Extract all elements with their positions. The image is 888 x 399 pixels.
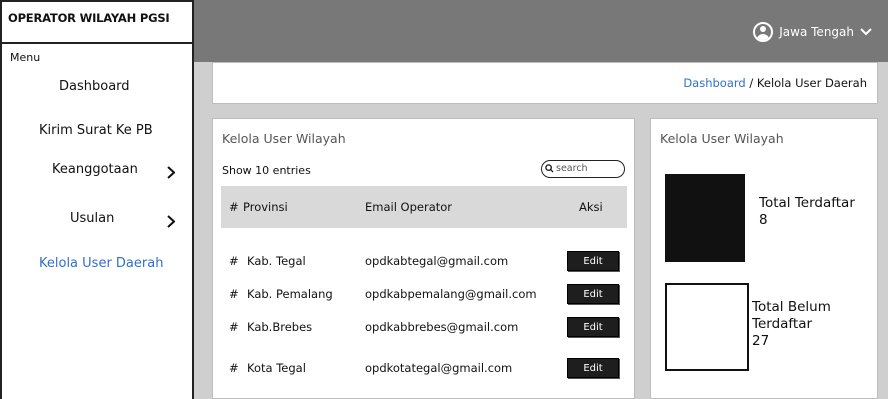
row-email: opdkotategal@gmail.com bbox=[365, 361, 513, 375]
registered-label: Total Terdaftar bbox=[759, 195, 855, 211]
user-avatar-icon bbox=[753, 22, 774, 42]
edit-button[interactable]: Edit bbox=[567, 317, 619, 337]
chevron-down-icon bbox=[860, 25, 872, 39]
column-header-aksi: Aksi bbox=[579, 200, 603, 214]
panel-title: Kelola User Wilayah bbox=[222, 131, 346, 146]
show-entries-select[interactable]: Show 10 entries bbox=[222, 164, 311, 177]
row-email: opdkabtegal@gmail.com bbox=[365, 254, 509, 268]
search-placeholder: search bbox=[556, 163, 588, 174]
breadcrumb: Dashboard / Kelola User Daerah bbox=[683, 76, 867, 90]
row-number: # bbox=[229, 287, 239, 301]
sidebar-item-dashboard[interactable]: Dashboard bbox=[59, 79, 130, 94]
column-header-provinsi: Provinsi bbox=[243, 200, 288, 214]
unregistered-stat: Total Belum Terdaftar 27 bbox=[752, 299, 831, 350]
sidebar: OPERATOR WILAYAH PGSI Menu Dashboard Kir… bbox=[0, 0, 194, 399]
brand-divider bbox=[2, 42, 192, 44]
breadcrumb-separator: / bbox=[745, 76, 757, 90]
breadcrumb-link-dashboard[interactable]: Dashboard bbox=[683, 76, 745, 90]
row-number: # bbox=[229, 361, 239, 375]
user-menu[interactable]: Jawa Tengah bbox=[753, 22, 872, 42]
sidebar-item-kelola-user-daerah[interactable]: Kelola User Daerah bbox=[39, 256, 163, 271]
row-provinsi: Kab. Pemalang bbox=[247, 287, 333, 301]
main-content: Dashboard / Kelola User Daerah Kelola Us… bbox=[194, 62, 888, 399]
row-provinsi: Kab.Brebes bbox=[247, 320, 313, 334]
menu-label: Menu bbox=[10, 51, 41, 64]
brand-title: OPERATOR WILAYAH PGSI bbox=[8, 11, 170, 25]
edit-button[interactable]: Edit bbox=[567, 251, 619, 271]
user-table-panel: Kelola User Wilayah Show 10 entries sear… bbox=[212, 118, 635, 399]
chevron-right-icon[interactable] bbox=[167, 166, 175, 179]
table-row: # Kab. Tegal opdkabtegal@gmail.com Edit bbox=[221, 249, 627, 273]
chevron-right-icon[interactable] bbox=[167, 215, 175, 228]
breadcrumb-current: Kelola User Daerah bbox=[756, 76, 867, 90]
row-number: # bbox=[229, 254, 239, 268]
stats-panel: Kelola User Wilayah Total Terdaftar 8 To… bbox=[650, 118, 878, 399]
stats-panel-title: Kelola User Wilayah bbox=[660, 131, 784, 146]
unregistered-value: 27 bbox=[752, 333, 770, 349]
table-row: # Kab.Brebes opdkabbrebes@gmail.com Edit bbox=[221, 315, 627, 339]
sidebar-item-usulan[interactable]: Usulan bbox=[70, 211, 114, 226]
registered-value: 8 bbox=[759, 212, 768, 228]
user-label: Jawa Tengah bbox=[779, 25, 854, 39]
row-provinsi: Kota Tegal bbox=[247, 361, 306, 375]
edit-button[interactable]: Edit bbox=[567, 358, 619, 378]
column-header-number: # bbox=[229, 200, 239, 214]
row-email: opdkabbrebes@gmail.com bbox=[365, 320, 519, 334]
unregistered-stat-box bbox=[665, 283, 749, 371]
unregistered-label-line1: Total Belum bbox=[752, 299, 831, 315]
table-row: # Kab. Pemalang opdkabpemalang@gmail.com… bbox=[221, 282, 627, 306]
topbar: Jawa Tengah bbox=[194, 0, 888, 62]
column-header-email: Email Operator bbox=[365, 200, 453, 214]
sidebar-item-kirim-surat[interactable]: Kirim Surat Ke PB bbox=[39, 123, 153, 138]
row-number: # bbox=[229, 320, 239, 334]
table-header: # Provinsi Email Operator Aksi bbox=[221, 186, 627, 228]
registered-stat: Total Terdaftar 8 bbox=[759, 195, 855, 229]
registered-stat-box bbox=[665, 174, 745, 262]
breadcrumb-bar: Dashboard / Kelola User Daerah bbox=[212, 62, 878, 104]
table-row: # Kota Tegal opdkotategal@gmail.com Edit bbox=[221, 356, 627, 380]
row-email: opdkabpemalang@gmail.com bbox=[365, 287, 537, 301]
search-input[interactable]: search bbox=[541, 160, 625, 178]
search-icon bbox=[545, 164, 554, 173]
unregistered-label-line2: Terdaftar bbox=[752, 316, 813, 332]
row-provinsi: Kab. Tegal bbox=[247, 254, 306, 268]
sidebar-item-keanggotaan[interactable]: Keanggotaan bbox=[52, 162, 138, 177]
edit-button[interactable]: Edit bbox=[567, 284, 619, 304]
